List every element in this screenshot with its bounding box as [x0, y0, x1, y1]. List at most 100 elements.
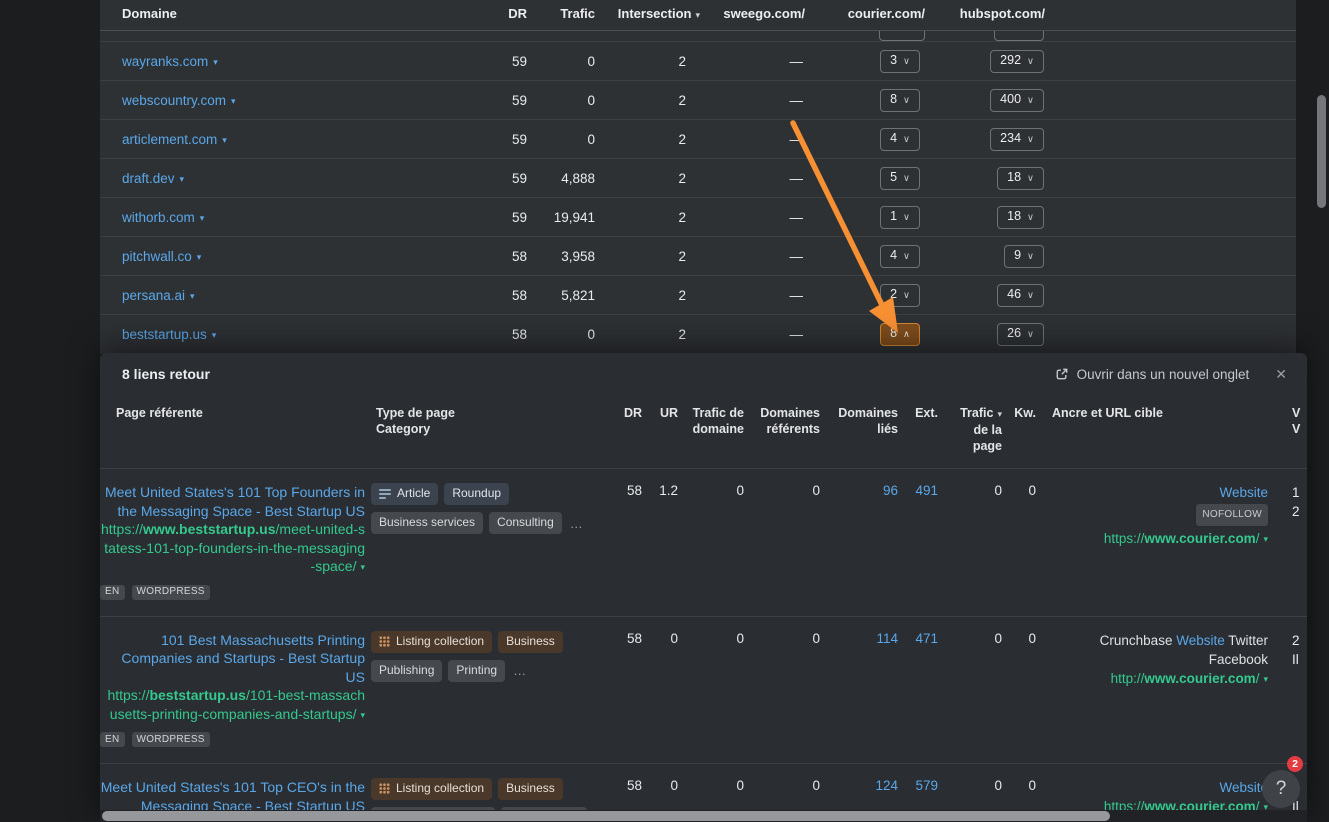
chevron-down-icon[interactable]: ▾	[200, 213, 205, 224]
chevron-down-icon[interactable]: ▾	[190, 291, 195, 302]
column-header-dr[interactable]: DR	[606, 395, 648, 469]
open-new-tab-button[interactable]: Ouvrir dans un nouvel onglet	[1055, 367, 1250, 382]
backlink-row: 101 Best Massachusetts Printing Companie…	[100, 616, 1307, 764]
chevron-down-icon	[1027, 209, 1034, 225]
column-header-domain[interactable]: Domaine	[100, 0, 430, 31]
chevron-down-icon[interactable]: ▾	[360, 706, 365, 725]
backlinks-count-select[interactable]: 2	[880, 284, 920, 307]
domain-link[interactable]: persana.ai	[122, 288, 185, 303]
backlinks-count-select[interactable]: 9	[1004, 245, 1044, 268]
traffic-value: 4,888	[527, 159, 595, 198]
referring-page-title-link[interactable]: Meet United States's 101 Top Founders in…	[100, 483, 365, 520]
page-type-pill: Roundup	[444, 483, 509, 505]
backlinks-header-row: Page référente Type de pageCategory DR U…	[100, 395, 1307, 469]
backlinks-count-select[interactable]: 234	[990, 128, 1044, 151]
chevron-down-icon[interactable]: ▾	[197, 252, 202, 263]
anchor-link[interactable]: Website	[1176, 633, 1225, 648]
domain-link[interactable]: articlement.com	[122, 132, 217, 147]
vertical-scrollbar-thumb[interactable]	[1317, 95, 1326, 208]
column-header-dr[interactable]: DR	[430, 0, 527, 31]
backlinks-count-select[interactable]: 1	[880, 206, 920, 229]
ext-links-link[interactable]: 579	[915, 778, 938, 793]
chevron-down-icon[interactable]: ▾	[222, 135, 227, 146]
referring-page-title-link[interactable]: 101 Best Massachusetts Printing Companie…	[100, 631, 365, 687]
domain-link[interactable]: beststartup.us	[122, 327, 207, 342]
chevron-down-icon[interactable]: ▾	[213, 57, 218, 68]
chevron-down-icon[interactable]: ▾	[212, 330, 217, 341]
backlinks-count-select[interactable]: 4	[880, 128, 920, 151]
domain-link[interactable]: draft.dev	[122, 171, 175, 186]
backlinks-count-select[interactable]: 400	[990, 89, 1044, 112]
column-header-anchor[interactable]: Ancre et URL cible	[1042, 395, 1274, 469]
backlinks-panel: 8 liens retour Ouvrir dans un nouvel ong…	[100, 353, 1307, 822]
column-header-domain-traffic[interactable]: Trafic de domaine	[684, 395, 750, 469]
column-header-type[interactable]: Type de pageCategory	[371, 395, 606, 469]
anchor-link[interactable]: Website	[1219, 780, 1268, 795]
column-header-sweego[interactable]: sweego.com/	[700, 0, 805, 31]
ext-links-link[interactable]: 471	[915, 631, 938, 646]
help-button[interactable]: ?	[1262, 770, 1300, 808]
column-header-page-traffic[interactable]: Trafic▾ de la page	[944, 395, 1008, 469]
column-header-ur[interactable]: UR	[648, 395, 684, 469]
domain-link[interactable]: withorb.com	[122, 210, 195, 225]
anchor-link[interactable]: Website	[1219, 485, 1268, 500]
target-url[interactable]: https://www.courier.com/▾	[1042, 529, 1268, 550]
linked-domains-link[interactable]: 114	[876, 631, 898, 646]
sweego-value: —	[700, 159, 805, 198]
chevron-down-icon[interactable]: ▾	[231, 96, 236, 107]
backlinks-count-select[interactable]: 3	[880, 50, 920, 73]
chevron-down-icon[interactable]: ▾	[360, 558, 365, 577]
ref-domains-value: 0	[750, 469, 826, 617]
clipped-select-button[interactable]	[879, 31, 925, 41]
chevron-down-icon	[903, 209, 910, 225]
more-categories[interactable]: …	[568, 516, 583, 531]
target-url[interactable]: http://www.courier.com/▾	[1042, 669, 1268, 690]
page-type-pill: Listing collection	[371, 631, 492, 653]
chevron-down-icon	[903, 92, 910, 108]
page-type-pill: Listing collection	[371, 778, 492, 800]
column-header-intersection[interactable]: Intersection▾	[595, 0, 700, 31]
article-icon	[379, 489, 391, 499]
dr-value: 58	[606, 616, 648, 764]
referring-page-url[interactable]: https://www.beststartup.us/meet-united-s…	[100, 520, 365, 578]
column-header-page-ref[interactable]: Page référente	[100, 395, 371, 469]
backlinks-count-select[interactable]: 8	[880, 89, 920, 112]
column-header-linked-domains[interactable]: Domaines liés	[826, 395, 904, 469]
dr-value: 59	[430, 198, 527, 237]
backlinks-count-select[interactable]: 26	[997, 323, 1044, 346]
backlinks-count-select-open[interactable]: 8	[880, 323, 920, 346]
intersection-value: 2	[595, 42, 700, 81]
more-categories[interactable]: …	[511, 663, 526, 678]
column-header-courier[interactable]: courier.com/	[805, 0, 925, 31]
column-header-kw[interactable]: Kw.	[1008, 395, 1042, 469]
chevron-down-icon[interactable]: ▾	[1263, 530, 1268, 549]
sweego-value: —	[700, 198, 805, 237]
chevron-down-icon	[1027, 92, 1034, 108]
horizontal-scrollbar-thumb[interactable]	[102, 811, 1110, 821]
domain-link[interactable]: wayranks.com	[122, 54, 208, 69]
backlinks-count-select[interactable]: 292	[990, 50, 1044, 73]
column-header-traffic[interactable]: Trafic	[527, 0, 595, 31]
backlinks-count-select[interactable]: 18	[997, 206, 1044, 229]
traffic-value: 3,958	[527, 237, 595, 276]
referring-page-url[interactable]: https://beststartup.us/101-best-massachu…	[100, 686, 365, 725]
backlinks-count-select[interactable]: 4	[880, 245, 920, 268]
linked-domains-link[interactable]: 96	[883, 483, 898, 498]
sort-caret-down-icon: ▾	[695, 10, 700, 21]
column-header-ext[interactable]: Ext.	[904, 395, 944, 469]
clipped-select-button[interactable]	[994, 31, 1044, 41]
domain-link[interactable]: webscountry.com	[122, 93, 226, 108]
backlinks-count-select[interactable]: 46	[997, 284, 1044, 307]
chevron-down-icon	[1027, 287, 1034, 303]
backlinks-count-select[interactable]: 18	[997, 167, 1044, 190]
chevron-down-icon[interactable]: ▾	[1263, 670, 1268, 689]
column-header-ref-domains[interactable]: Domaines référents	[750, 395, 826, 469]
notification-badge: 2	[1287, 756, 1303, 772]
backlinks-count-select[interactable]: 5	[880, 167, 920, 190]
ext-links-link[interactable]: 491	[915, 483, 938, 498]
domain-link[interactable]: pitchwall.co	[122, 249, 192, 264]
close-icon[interactable]: ✕	[1275, 366, 1287, 383]
column-header-hubspot[interactable]: hubspot.com/	[925, 0, 1045, 31]
linked-domains-link[interactable]: 124	[875, 778, 898, 793]
chevron-down-icon[interactable]: ▾	[180, 174, 185, 185]
